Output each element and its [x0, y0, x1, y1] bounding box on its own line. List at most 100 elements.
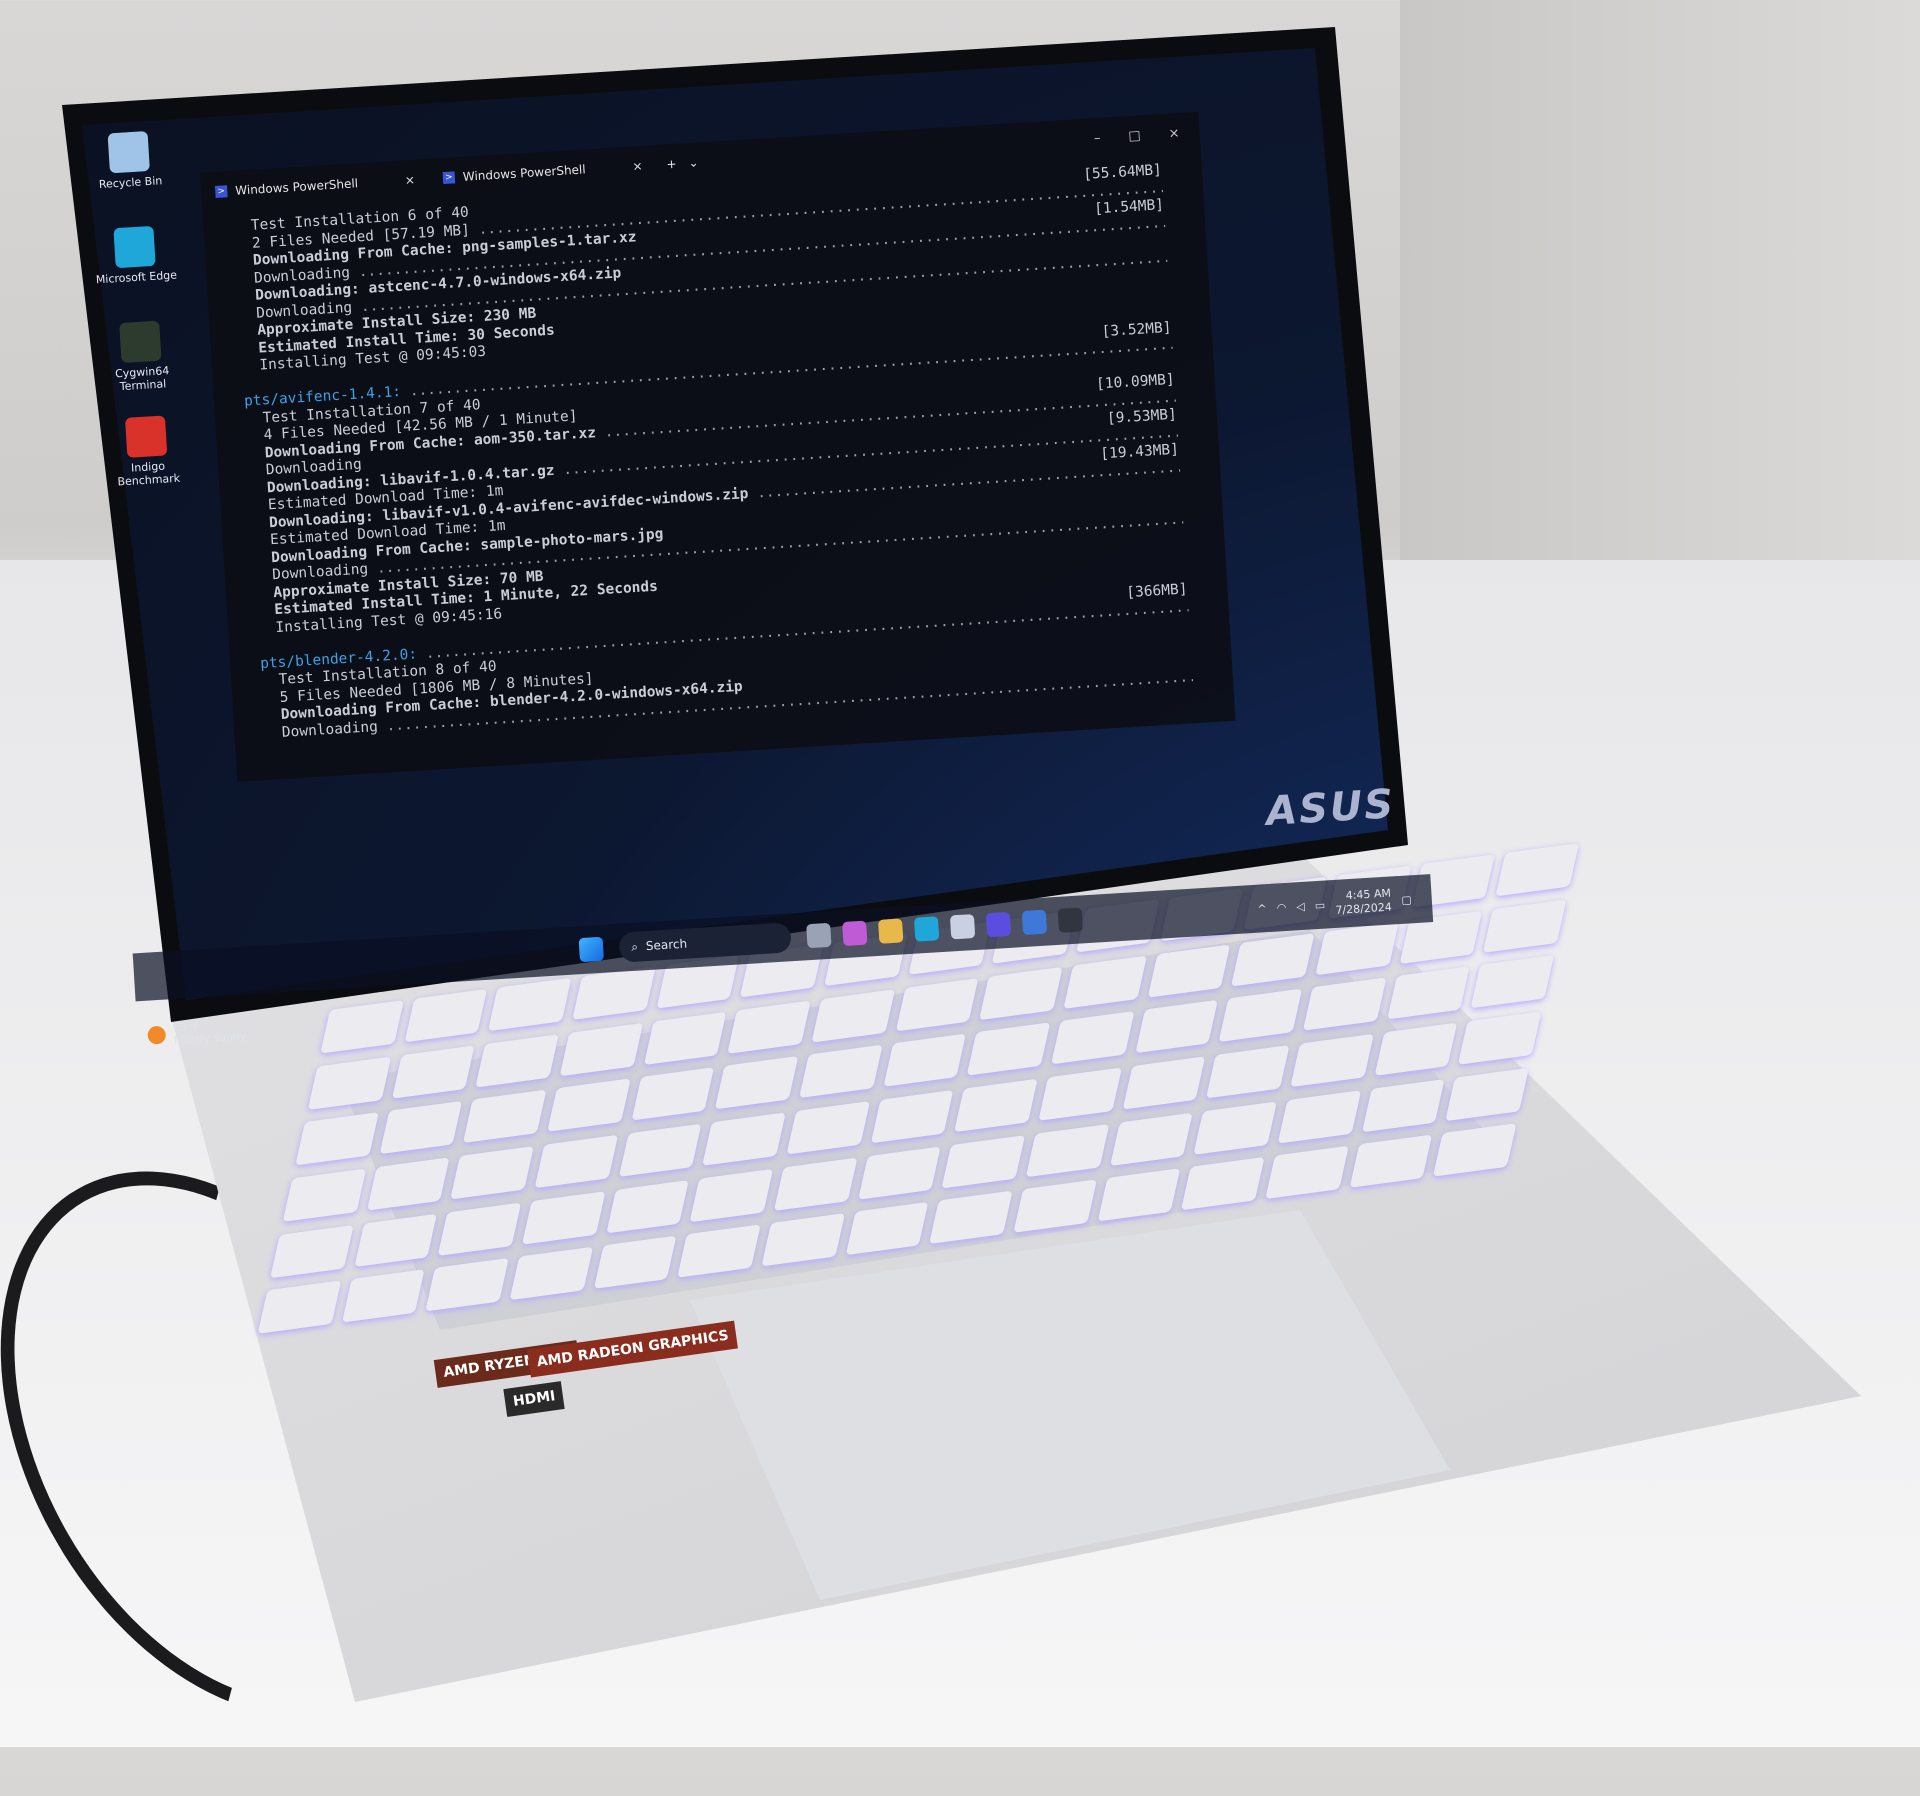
desktop-icon[interactable]: Microsoft Edge [88, 224, 181, 286]
keyboard-key[interactable] [1193, 1101, 1278, 1155]
keyboard-key[interactable] [1458, 1011, 1542, 1065]
search-box[interactable]: ⌕ Search [618, 922, 792, 963]
keyboard-key[interactable] [895, 977, 979, 1032]
keyboard-key[interactable] [1025, 1123, 1110, 1177]
keyboard-key[interactable] [593, 1235, 677, 1290]
keyboard-key[interactable] [966, 1022, 1051, 1076]
keyboard-key[interactable] [1433, 1123, 1517, 1177]
keyboard-key[interactable] [354, 1213, 438, 1267]
tab-powershell-1[interactable]: > Windows PowerShell × [201, 172, 429, 200]
keyboard-key[interactable] [954, 1078, 1038, 1133]
keyboard-key[interactable] [1122, 1056, 1206, 1110]
terminal-icon[interactable] [1057, 907, 1084, 933]
maximize-button[interactable]: □ [1128, 128, 1141, 144]
keyboard-key[interactable] [257, 1280, 341, 1335]
notification-icon[interactable]: ▢ [1401, 893, 1412, 907]
keyboard-key[interactable] [811, 988, 895, 1043]
keyboard-key[interactable] [270, 1224, 354, 1279]
keyboard-key[interactable] [689, 1168, 774, 1222]
keyboard-key[interactable] [761, 1213, 845, 1267]
keyboard-key[interactable] [295, 1112, 379, 1166]
keyboard-key[interactable] [643, 1011, 727, 1065]
start-icon[interactable] [578, 936, 604, 963]
battery-icon[interactable]: ▭ [1314, 898, 1325, 912]
copilot-icon[interactable] [842, 920, 868, 947]
desktop-icon[interactable]: Recycle Bin [83, 129, 176, 191]
wifi-icon[interactable]: ◠ [1276, 900, 1286, 914]
keyboard-key[interactable] [941, 1134, 1026, 1189]
keyboard-key[interactable] [929, 1190, 1013, 1245]
desktop-icon[interactable]: Cygwin64 Terminal [94, 319, 188, 394]
keyboard-key[interactable] [307, 1056, 392, 1110]
keyboard-key[interactable] [559, 1022, 643, 1076]
keyboard-key[interactable] [391, 1045, 475, 1099]
keyboard-key[interactable] [1134, 1000, 1219, 1054]
volume-icon[interactable]: ◁ [1296, 899, 1305, 912]
task-view-icon[interactable] [806, 922, 832, 949]
keyboard-key[interactable] [715, 1056, 799, 1110]
app-icon[interactable] [1021, 909, 1048, 936]
desktop-icon[interactable]: Indigo Benchmark [100, 414, 194, 489]
keyboard-key[interactable] [1386, 966, 1471, 1020]
keyboard-key[interactable] [1181, 1157, 1265, 1211]
keyboard-key[interactable] [1290, 1033, 1374, 1088]
close-tab-button[interactable]: × [632, 159, 643, 174]
keyboard-key[interactable] [773, 1157, 858, 1211]
keyboard-key[interactable] [1349, 1134, 1433, 1189]
keyboard-key[interactable] [1445, 1067, 1529, 1121]
keyboard-key[interactable] [1109, 1112, 1194, 1166]
keyboard-key[interactable] [534, 1134, 618, 1189]
keyboard-key[interactable] [366, 1157, 450, 1211]
clock[interactable]: 4:45 AM 7/28/2024 [1334, 887, 1392, 918]
keyboard-key[interactable] [870, 1089, 954, 1144]
keyboard-key[interactable] [463, 1089, 547, 1144]
keyboard-key[interactable] [475, 1033, 559, 1088]
keyboard-key[interactable] [605, 1179, 690, 1234]
keyboard-key[interactable] [509, 1247, 593, 1301]
app-icon[interactable] [985, 911, 1012, 938]
keyboard-key[interactable] [1038, 1067, 1122, 1121]
keyboard-key[interactable] [845, 1202, 929, 1256]
keyboard-key[interactable] [522, 1190, 606, 1245]
keyboard-key[interactable] [786, 1101, 870, 1155]
edge-icon[interactable] [913, 916, 940, 942]
keyboard-key[interactable] [702, 1112, 786, 1166]
keyboard-key[interactable] [1483, 899, 1567, 953]
tab-powershell-2[interactable]: > Windows PowerShell × [429, 158, 657, 186]
keyboard-key[interactable] [1097, 1168, 1181, 1222]
chevron-up-icon[interactable]: ^ [1257, 902, 1267, 916]
keyboard-key[interactable] [798, 1045, 883, 1099]
keyboard-key[interactable] [857, 1146, 942, 1200]
keyboard-key[interactable] [1050, 1011, 1135, 1065]
tab-dropdown-button[interactable]: ⌄ [688, 155, 699, 170]
keyboard-key[interactable] [1206, 1045, 1290, 1099]
keyboard-key[interactable] [438, 1202, 522, 1256]
store-icon[interactable] [949, 914, 976, 940]
keyboard-key[interactable] [1361, 1078, 1445, 1133]
terminal-output[interactable]: Test Installation 6 of 40[55.64MB] .....… [203, 152, 1234, 745]
keyboard-key[interactable] [882, 1033, 967, 1088]
keyboard-key[interactable] [727, 1000, 811, 1054]
keyboard-key[interactable] [1277, 1089, 1362, 1144]
new-tab-button[interactable]: + [666, 157, 677, 172]
keyboard-key[interactable] [979, 966, 1063, 1020]
keyboard-key[interactable] [425, 1258, 509, 1312]
keyboard-key[interactable] [379, 1101, 463, 1155]
keyboard-key[interactable] [547, 1078, 631, 1133]
keyboard-key[interactable] [450, 1146, 534, 1200]
keyboard-key[interactable] [1374, 1022, 1458, 1076]
keyboard-key[interactable] [1218, 988, 1303, 1043]
terminal-window[interactable]: > Windows PowerShell × > Windows PowerSh… [200, 111, 1236, 782]
close-tab-button[interactable]: × [404, 173, 415, 188]
keyboard-key[interactable] [631, 1067, 715, 1121]
keyboard-key[interactable] [1470, 955, 1555, 1009]
file-explorer-icon[interactable] [878, 918, 904, 944]
keyboard-key[interactable] [282, 1168, 366, 1222]
keyboard-key[interactable] [1302, 977, 1387, 1032]
minimize-button[interactable]: – [1094, 130, 1101, 145]
keyboard-key[interactable] [341, 1269, 425, 1323]
close-window-button[interactable]: × [1168, 126, 1180, 142]
keyboard-key[interactable] [1265, 1146, 1349, 1200]
keyboard-key[interactable] [677, 1224, 761, 1279]
keyboard-key[interactable] [618, 1123, 702, 1177]
